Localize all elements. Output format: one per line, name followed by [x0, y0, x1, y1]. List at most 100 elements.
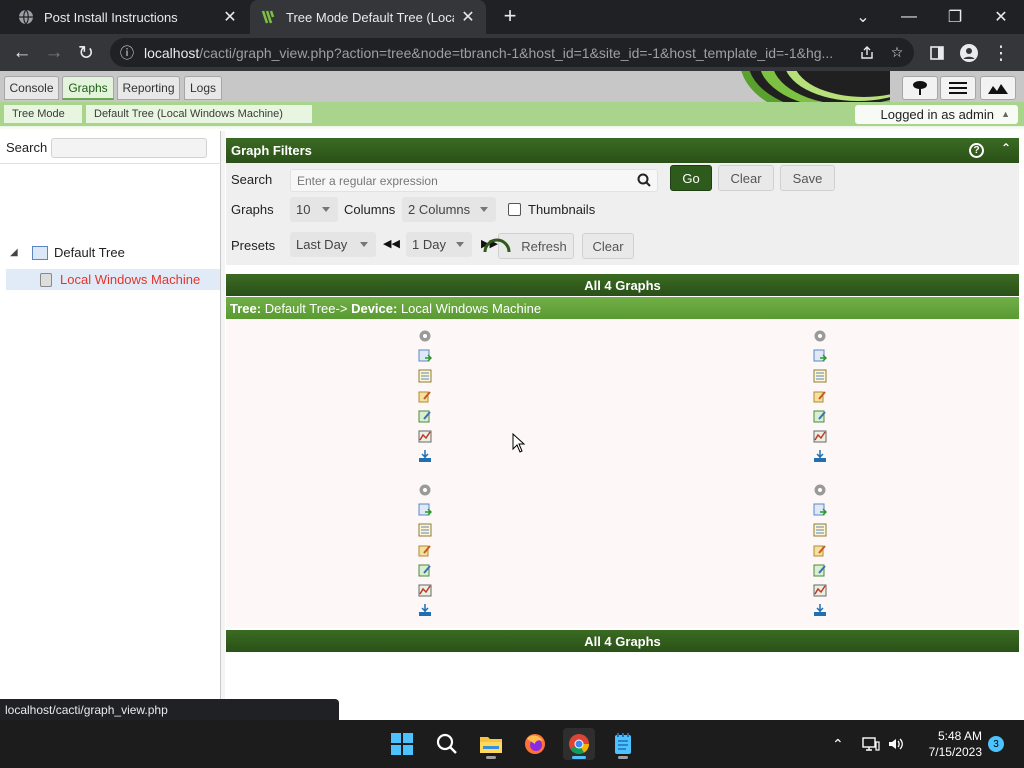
- timespan-select[interactable]: 1 Day: [406, 232, 472, 257]
- url-field[interactable]: ⓘ localhost/cacti/graph_view.php?action=…: [110, 38, 914, 67]
- edit-graph-icon[interactable]: [417, 542, 433, 558]
- graphs-per-page-select[interactable]: 10: [290, 197, 338, 222]
- network-icon[interactable]: [862, 720, 880, 768]
- firefox-icon[interactable]: [519, 728, 551, 760]
- thumbnails-checkbox[interactable]: [508, 203, 521, 216]
- list-report-icon[interactable]: [417, 368, 433, 384]
- tab-graphs[interactable]: Graphs: [62, 76, 114, 100]
- export-graph-icon[interactable]: [417, 502, 433, 518]
- close-window-button[interactable]: ✕: [978, 0, 1024, 34]
- realtime-graph-icon[interactable]: [417, 602, 433, 618]
- clock-time: 5:48 AM: [937, 729, 982, 743]
- list-report-icon[interactable]: [812, 522, 828, 538]
- breadcrumb-default-tree[interactable]: Default Tree (Local Windows Machine): [86, 105, 312, 123]
- edit-graph-icon[interactable]: [812, 542, 828, 558]
- collapse-chevron-icon[interactable]: ⌃: [1001, 141, 1011, 155]
- restore-button[interactable]: ❐: [932, 0, 978, 34]
- gear-icon[interactable]: [812, 328, 828, 344]
- minimize-button[interactable]: —: [886, 0, 932, 34]
- chevron-up-icon[interactable]: ⌃: [832, 720, 844, 768]
- shift-left-icon[interactable]: ◀◀: [383, 237, 400, 250]
- list-report-icon[interactable]: [417, 522, 433, 538]
- realtime-graph-icon[interactable]: [812, 448, 828, 464]
- notepad-icon[interactable]: [607, 728, 639, 760]
- notification-badge[interactable]: 3: [988, 736, 1004, 752]
- new-tab-button[interactable]: +: [498, 5, 522, 29]
- search-icon[interactable]: [637, 173, 651, 190]
- graph-grid: [226, 319, 1019, 628]
- tree-view-icon[interactable]: [902, 76, 938, 100]
- more-menu-icon[interactable]: ⋮: [988, 40, 1014, 66]
- graph-filters-title: Graph Filters: [231, 143, 312, 158]
- export-graph-icon[interactable]: [812, 502, 828, 518]
- preview-view-icon[interactable]: [980, 76, 1016, 100]
- edit-graph-icon[interactable]: [812, 388, 828, 404]
- clock-date: 7/15/2023: [928, 745, 982, 759]
- start-windows-icon[interactable]: [386, 728, 418, 760]
- help-icon[interactable]: ?: [969, 143, 984, 158]
- graph-debug-icon[interactable]: [417, 428, 433, 444]
- clear-button[interactable]: Clear: [718, 165, 774, 191]
- edit-template-icon[interactable]: [417, 562, 433, 578]
- close-icon[interactable]: ✕: [460, 7, 476, 27]
- graph-debug-icon[interactable]: [812, 582, 828, 598]
- list-report-icon[interactable]: [812, 368, 828, 384]
- reload-icon[interactable]: ↻: [73, 40, 99, 66]
- edit-graph-icon[interactable]: [417, 388, 433, 404]
- clear-timespan-button[interactable]: Clear: [582, 233, 634, 259]
- tab-console[interactable]: Console: [4, 76, 59, 100]
- host-icon: [40, 272, 52, 287]
- columns-select[interactable]: 2 Columns: [402, 197, 496, 222]
- site-info-icon[interactable]: ⓘ: [120, 43, 138, 63]
- gear-icon[interactable]: [417, 482, 433, 498]
- collapse-triangle-icon[interactable]: ◢: [10, 247, 24, 258]
- export-graph-icon[interactable]: [812, 348, 828, 364]
- refresh-spinner-icon: [479, 230, 515, 257]
- forward-arrow-icon[interactable]: →: [41, 40, 67, 66]
- list-view-icon[interactable]: [940, 76, 976, 100]
- browser-tab-post-install[interactable]: Post Install Instructions ✕: [8, 0, 248, 34]
- tree-search-label: Search: [6, 140, 48, 155]
- search-icon[interactable]: [431, 728, 463, 760]
- system-clock[interactable]: 5:48 AM 7/15/2023: [910, 728, 982, 760]
- refresh-button[interactable]: Refresh: [483, 233, 574, 259]
- realtime-graph-icon[interactable]: [417, 448, 433, 464]
- file-explorer-icon[interactable]: [475, 728, 507, 760]
- tree-device-path: Tree: Default Tree-> Device: Local Windo…: [226, 297, 1019, 319]
- export-graph-icon[interactable]: [417, 348, 433, 364]
- close-icon[interactable]: ✕: [222, 7, 238, 27]
- address-bar-row: ← → ↻ ⓘ localhost/cacti/graph_view.php?a…: [0, 34, 1024, 71]
- side-panel-icon[interactable]: [924, 40, 950, 66]
- save-button[interactable]: Save: [780, 165, 835, 191]
- search-input[interactable]: Enter a regular expression: [290, 169, 658, 192]
- edit-template-icon[interactable]: [417, 408, 433, 424]
- profile-avatar-icon[interactable]: [956, 40, 982, 66]
- tree-node-row[interactable]: ◢ Default Tree: [10, 245, 210, 260]
- browser-tab-tree-mode[interactable]: Tree Mode Default Tree (Local Wi ✕: [250, 0, 486, 34]
- chevron-down-icon: [456, 242, 464, 247]
- presets-select[interactable]: Last Day: [290, 232, 376, 257]
- edit-template-icon[interactable]: [812, 562, 828, 578]
- tab-search-dropdown-icon[interactable]: ⌄: [840, 0, 886, 34]
- share-icon[interactable]: [854, 38, 880, 67]
- edit-template-icon[interactable]: [812, 408, 828, 424]
- tree-node-local-windows-machine[interactable]: Local Windows Machine: [6, 269, 220, 290]
- gear-icon[interactable]: [417, 328, 433, 344]
- chrome-icon[interactable]: [563, 728, 595, 760]
- graph-debug-icon[interactable]: [812, 428, 828, 444]
- tab-logs[interactable]: Logs: [184, 76, 222, 100]
- graph-debug-icon[interactable]: [417, 582, 433, 598]
- thumbnails-label: Thumbnails: [528, 202, 596, 217]
- go-button[interactable]: Go: [670, 165, 712, 191]
- volume-icon[interactable]: [888, 720, 904, 768]
- logged-in-user[interactable]: Logged in as admin ▲: [854, 105, 1018, 124]
- tree-search-input[interactable]: [51, 138, 207, 158]
- divider: [0, 163, 221, 164]
- tab-reporting[interactable]: Reporting: [117, 76, 180, 100]
- gear-icon[interactable]: [812, 482, 828, 498]
- breadcrumb-tree-mode[interactable]: Tree Mode: [4, 105, 82, 123]
- back-arrow-icon[interactable]: ←: [9, 40, 35, 66]
- bookmark-star-icon[interactable]: ☆: [884, 38, 910, 67]
- realtime-graph-icon[interactable]: [812, 602, 828, 618]
- pane-splitter[interactable]: [221, 131, 225, 720]
